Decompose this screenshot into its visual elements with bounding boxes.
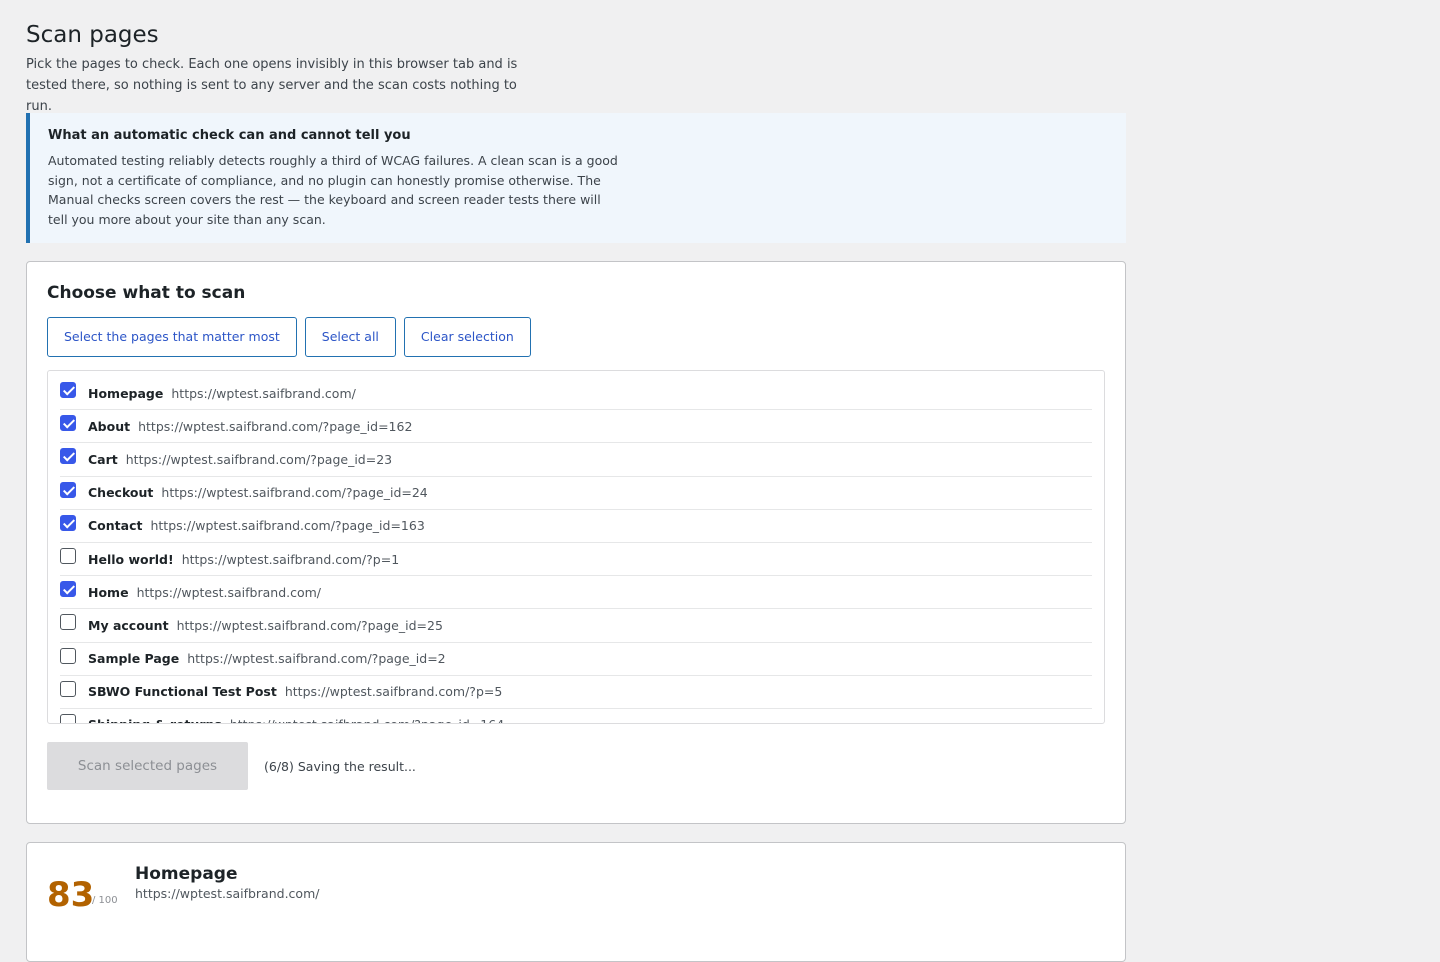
score-max: / 100 <box>92 895 118 906</box>
notice-title: What an automatic check can and cannot t… <box>48 128 411 143</box>
score-value: 83 <box>47 875 95 915</box>
page-list[interactable]: Homepage https://wptest.saifbrand.com/Abo… <box>47 370 1105 724</box>
page-list-item[interactable]: Shipping & returns https://wptest.saifbra… <box>60 709 1092 723</box>
notice-body: Automated testing reliably detects rough… <box>48 153 618 227</box>
result-url: https://wptest.saifbrand.com/ <box>135 886 320 901</box>
page-checkbox[interactable] <box>60 713 76 723</box>
page-list-item[interactable]: Contact https://wptest.saifbrand.com/?pag… <box>60 510 1092 543</box>
page-list-item[interactable]: Hello world! https://wptest.saifbrand.com… <box>60 543 1092 577</box>
page-list-items: Homepage https://wptest.saifbrand.com/Abo… <box>60 377 1092 723</box>
page-checkbox-checked[interactable] <box>60 514 76 531</box>
page-title-label: Cart <box>88 451 118 467</box>
page-checkbox-checked[interactable] <box>60 382 76 399</box>
page-list-item[interactable]: Sample Page https://wptest.saifbrand.com/… <box>60 643 1092 676</box>
page-url-label: https://wptest.saifbrand.com/ <box>171 385 356 401</box>
scan-actions: Scan selected pages (6/8) Saving the res… <box>47 742 416 790</box>
scan-status-text: (6/8) Saving the result... <box>264 758 416 774</box>
page-title: Scan pages <box>26 22 159 48</box>
page-url-label: https://wptest.saifbrand.com/?page_id=16… <box>230 717 504 723</box>
page-title-label: Checkout <box>88 485 154 501</box>
page-checkbox-checked[interactable] <box>60 581 76 598</box>
page-title-label: My account <box>88 617 169 633</box>
result-title: Homepage <box>135 864 238 884</box>
page-list-item[interactable]: About https://wptest.saifbrand.com/?page_… <box>60 410 1092 444</box>
scan-selected-pages-button[interactable]: Scan selected pages <box>47 742 248 790</box>
page-checkbox-checked[interactable] <box>60 481 76 498</box>
page-url-label: https://wptest.saifbrand.com/?page_id=16… <box>150 518 425 534</box>
page-title-label: Home <box>88 584 129 600</box>
page-url-label: https://wptest.saifbrand.com/?p=1 <box>181 551 400 567</box>
info-notice: What an automatic check can and cannot t… <box>26 113 1126 243</box>
page-url-label: https://wptest.saifbrand.com/?page_id=16… <box>138 418 413 434</box>
page-title-label: Homepage <box>88 385 164 401</box>
scan-selection-card: Choose what to scan Select the pages tha… <box>26 261 1126 824</box>
page-checkbox[interactable] <box>60 614 76 631</box>
page-title-label: About <box>88 418 131 434</box>
page-title-label: Sample Page <box>88 651 180 667</box>
page-checkbox[interactable] <box>60 548 76 565</box>
page-list-item[interactable]: Home https://wptest.saifbrand.com/ <box>60 576 1092 610</box>
page-description: Pick the pages to check. Each one opens … <box>26 57 518 114</box>
page-url-label: https://wptest.saifbrand.com/?page_id=25 <box>176 617 443 633</box>
page-list-item[interactable]: Cart https://wptest.saifbrand.com/?page_i… <box>60 443 1092 477</box>
page-checkbox[interactable] <box>60 680 76 697</box>
clear-selection-button[interactable]: Clear selection <box>403 317 531 357</box>
page-list-item[interactable]: My account https://wptest.saifbrand.com/?… <box>60 609 1092 643</box>
page-title-label: Shipping & returns <box>88 717 222 723</box>
result-card: 83 / 100 Homepage https://wptest.saifbra… <box>26 842 1126 962</box>
page-url-label: https://wptest.saifbrand.com/?page_id=24 <box>161 485 428 501</box>
select-all-button[interactable]: Select all <box>304 317 396 357</box>
page-url-label: https://wptest.saifbrand.com/?page_id=2 <box>187 651 446 667</box>
card-title: Choose what to scan <box>47 283 246 303</box>
page-checkbox[interactable] <box>60 647 76 664</box>
page-title-label: Hello world! <box>88 551 174 567</box>
page-list-item[interactable]: Checkout https://wptest.saifbrand.com/?pa… <box>60 477 1092 510</box>
page-title-label: Contact <box>88 518 143 534</box>
page-list-item[interactable]: Homepage https://wptest.saifbrand.com/ <box>60 377 1092 411</box>
page-url-label: https://wptest.saifbrand.com/?page_id=23 <box>125 451 393 467</box>
page-list-item[interactable]: SBWO Functional Test Post https://wptest.… <box>60 676 1092 709</box>
selection-buttons: Select the pages that matter most Select… <box>47 317 531 357</box>
page-title-label: SBWO Functional Test Post <box>88 684 277 700</box>
page-url-label: https://wptest.saifbrand.com/ <box>136 584 322 600</box>
page-url-label: https://wptest.saifbrand.com/?p=5 <box>284 684 503 700</box>
page-checkbox-checked[interactable] <box>60 415 76 432</box>
page-checkbox-checked[interactable] <box>60 448 76 465</box>
select-important-pages-button[interactable]: Select the pages that matter most <box>47 317 297 357</box>
